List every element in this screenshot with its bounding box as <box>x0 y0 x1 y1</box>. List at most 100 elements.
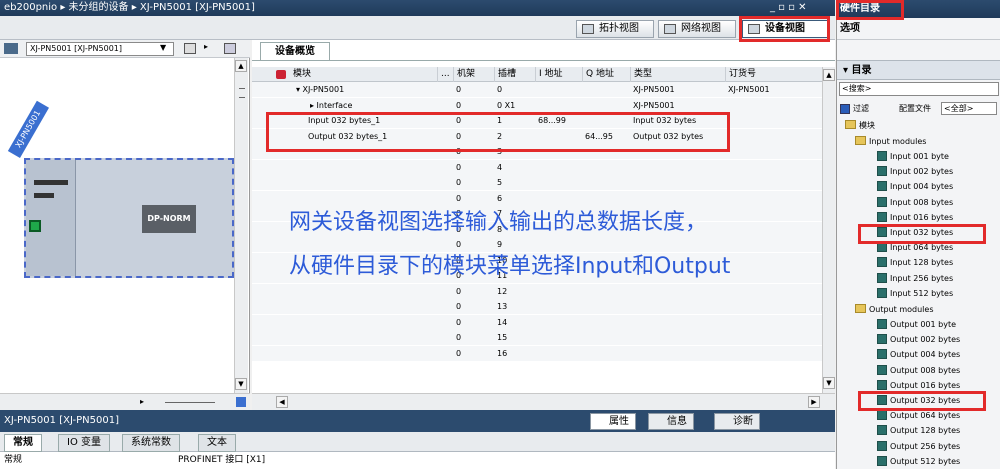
tree-item-input[interactable]: Input 001 byte <box>877 149 949 164</box>
arrow-right-icon[interactable]: ▸ <box>140 397 144 406</box>
led-bar <box>34 180 68 185</box>
catalog-search[interactable]: <搜索> <box>839 82 999 96</box>
tree-item-input[interactable]: Input 512 bytes <box>877 286 953 301</box>
table-row[interactable]: 0 14 <box>252 314 822 330</box>
filter-checkbox[interactable] <box>840 104 850 114</box>
cell-slot: 12 <box>497 286 508 296</box>
col-q-address[interactable]: Q 地址 <box>582 67 614 82</box>
section-general[interactable]: 常规 <box>4 452 22 469</box>
module-icon <box>877 181 887 192</box>
device-select[interactable]: XJ-PN5001 [XJ-PN5001] <box>26 42 174 56</box>
tab-general[interactable]: 常规 <box>4 434 42 452</box>
module-icon <box>877 364 887 375</box>
scroll-up-icon[interactable]: ▲ <box>823 69 835 81</box>
table-row[interactable]: 04 <box>252 159 822 175</box>
col-order-number[interactable]: 订货号 <box>725 67 756 82</box>
tab-system-constants[interactable]: 系统常数 <box>122 434 180 452</box>
table-row[interactable]: 05 <box>252 175 822 190</box>
device-rack[interactable]: DP-NORM <box>24 158 234 278</box>
property-tabs: 常规 IO 变量 系统常数 文本 <box>0 432 835 452</box>
cell-slot: 5 <box>497 178 503 187</box>
module-filter-icon[interactable] <box>276 70 286 79</box>
tree-item-input[interactable]: Input 256 bytes <box>877 271 953 286</box>
zoom-bar[interactable]: ▸ <box>0 393 250 410</box>
col-module[interactable]: 模块 <box>290 67 311 82</box>
cell-slot: 0 X1 <box>497 100 516 110</box>
tree-item-output[interactable]: Output 008 bytes <box>877 363 960 378</box>
table-row[interactable]: 0 12 <box>252 283 822 299</box>
col-type[interactable]: 类型 <box>630 67 652 82</box>
options-header[interactable]: 选项 <box>837 18 1000 40</box>
col-i-address[interactable]: I 地址 <box>535 67 563 82</box>
table-row[interactable]: 0 13 <box>252 299 822 314</box>
grid-icon[interactable] <box>184 43 196 54</box>
col-more[interactable]: ... <box>437 67 450 82</box>
tab-device-overview[interactable]: 设备概览 <box>260 42 330 60</box>
tab-properties[interactable]: 属性 <box>590 413 636 430</box>
divider <box>252 60 835 61</box>
table-vertical-scrollbar[interactable]: ▲ ▼ <box>822 67 835 393</box>
table-horizontal-scrollbar[interactable]: ◀ ▶ <box>252 393 835 410</box>
head-module[interactable] <box>26 160 76 276</box>
cell-rack: 0 <box>456 162 462 172</box>
tree-folder-output-modules[interactable]: Output modules <box>855 302 933 317</box>
tree-item-output[interactable]: Output 128 bytes <box>877 423 960 438</box>
tree-item-output[interactable]: Output 512 bytes <box>877 454 960 469</box>
scroll-down-icon[interactable]: ▼ <box>235 378 247 390</box>
zoom-icon[interactable] <box>224 43 236 54</box>
table-row[interactable]: ▾ XJ-PN5001 0 0 XJ-PN5001 XJ-PN5001 <box>252 82 822 97</box>
dp-norm-module[interactable]: DP-NORM <box>142 205 196 233</box>
overview-icon[interactable] <box>236 397 246 407</box>
scroll-down-icon[interactable]: ▼ <box>823 377 835 389</box>
tree-item-output[interactable]: Output 004 bytes <box>877 347 960 362</box>
tree-folder-input-modules[interactable]: Input modules <box>855 134 926 149</box>
catalog-header[interactable]: ▾ 目录 <box>837 60 1000 80</box>
table-row[interactable]: 0 15 <box>252 330 822 345</box>
tree-item-output[interactable]: Output 002 bytes <box>877 332 960 347</box>
cell-rack: 0 <box>456 100 462 110</box>
cell-module: ▾ XJ-PN5001 <box>296 85 345 94</box>
topology-icon <box>582 24 594 34</box>
tree-item-input[interactable]: Input 128 bytes <box>877 255 953 270</box>
tab-diagnostics[interactable]: 诊断 <box>714 413 760 430</box>
tree-folder-modules[interactable]: 模块 <box>845 118 875 133</box>
zoom-slider[interactable] <box>165 402 215 403</box>
cell-slot: 4 <box>497 162 503 172</box>
scroll-left-icon[interactable]: ◀ <box>276 396 288 408</box>
col-rack[interactable]: 机架 <box>453 67 475 82</box>
catalog-tree: 模块 Input modules Input 001 byte Input 002 b… <box>837 118 1000 469</box>
arrow-right-icon[interactable]: ▸ <box>204 42 208 51</box>
device-canvas[interactable]: XJ-PN5001 DP-NORM <box>0 58 234 393</box>
device-toolbar: XJ-PN5001 [XJ-PN5001] ▼ ▸ <box>0 40 250 58</box>
tree-item-input[interactable]: Input 004 bytes <box>877 179 953 194</box>
scroll-up-icon[interactable]: ▲ <box>235 60 247 72</box>
tree-item-input[interactable]: Input 016 bytes <box>877 210 953 225</box>
scroll-right-icon[interactable]: ▶ <box>808 396 820 408</box>
col-slot[interactable]: 插槽 <box>494 67 516 82</box>
module-icon <box>877 257 887 268</box>
network-view-button[interactable]: 网络视图 <box>658 20 736 38</box>
annotation-line-2: 从硬件目录下的模块菜单选择Input和Output <box>289 254 731 279</box>
profinet-interface-heading: PROFINET 接口 [X1] <box>178 455 266 465</box>
tab-texts[interactable]: 文本 <box>198 434 236 452</box>
menu-icon[interactable] <box>239 88 245 98</box>
table-row[interactable]: ▸ Interface 0 0 X1 XJ-PN5001 <box>252 97 822 113</box>
tree-item-output[interactable]: Output 001 byte <box>877 317 956 332</box>
tab-io-tags[interactable]: IO 变量 <box>58 434 110 452</box>
tree-item-output[interactable]: Output 256 bytes <box>877 439 960 454</box>
table-row[interactable]: 0 16 <box>252 345 822 361</box>
module-icon <box>877 287 887 298</box>
cell-slot: 16 <box>497 348 508 358</box>
properties-body: 常规 PROFINET 接口 [X1] <box>0 452 835 469</box>
filter-label: 过滤 <box>853 104 869 113</box>
chevron-down-icon[interactable]: ▼ <box>160 43 166 52</box>
topology-view-button[interactable]: 拓扑视图 <box>576 20 654 38</box>
vertical-scrollbar[interactable]: ▲ ▼ <box>234 58 248 393</box>
device-tool-icon[interactable] <box>4 43 18 54</box>
tree-item-input[interactable]: Input 008 bytes <box>877 195 953 210</box>
profile-select[interactable]: <全部> <box>941 102 997 115</box>
tab-info[interactable]: 信息 <box>648 413 694 430</box>
module-icon <box>877 166 887 177</box>
tree-item-input[interactable]: Input 002 bytes <box>877 164 953 179</box>
port-icon[interactable] <box>29 220 41 232</box>
